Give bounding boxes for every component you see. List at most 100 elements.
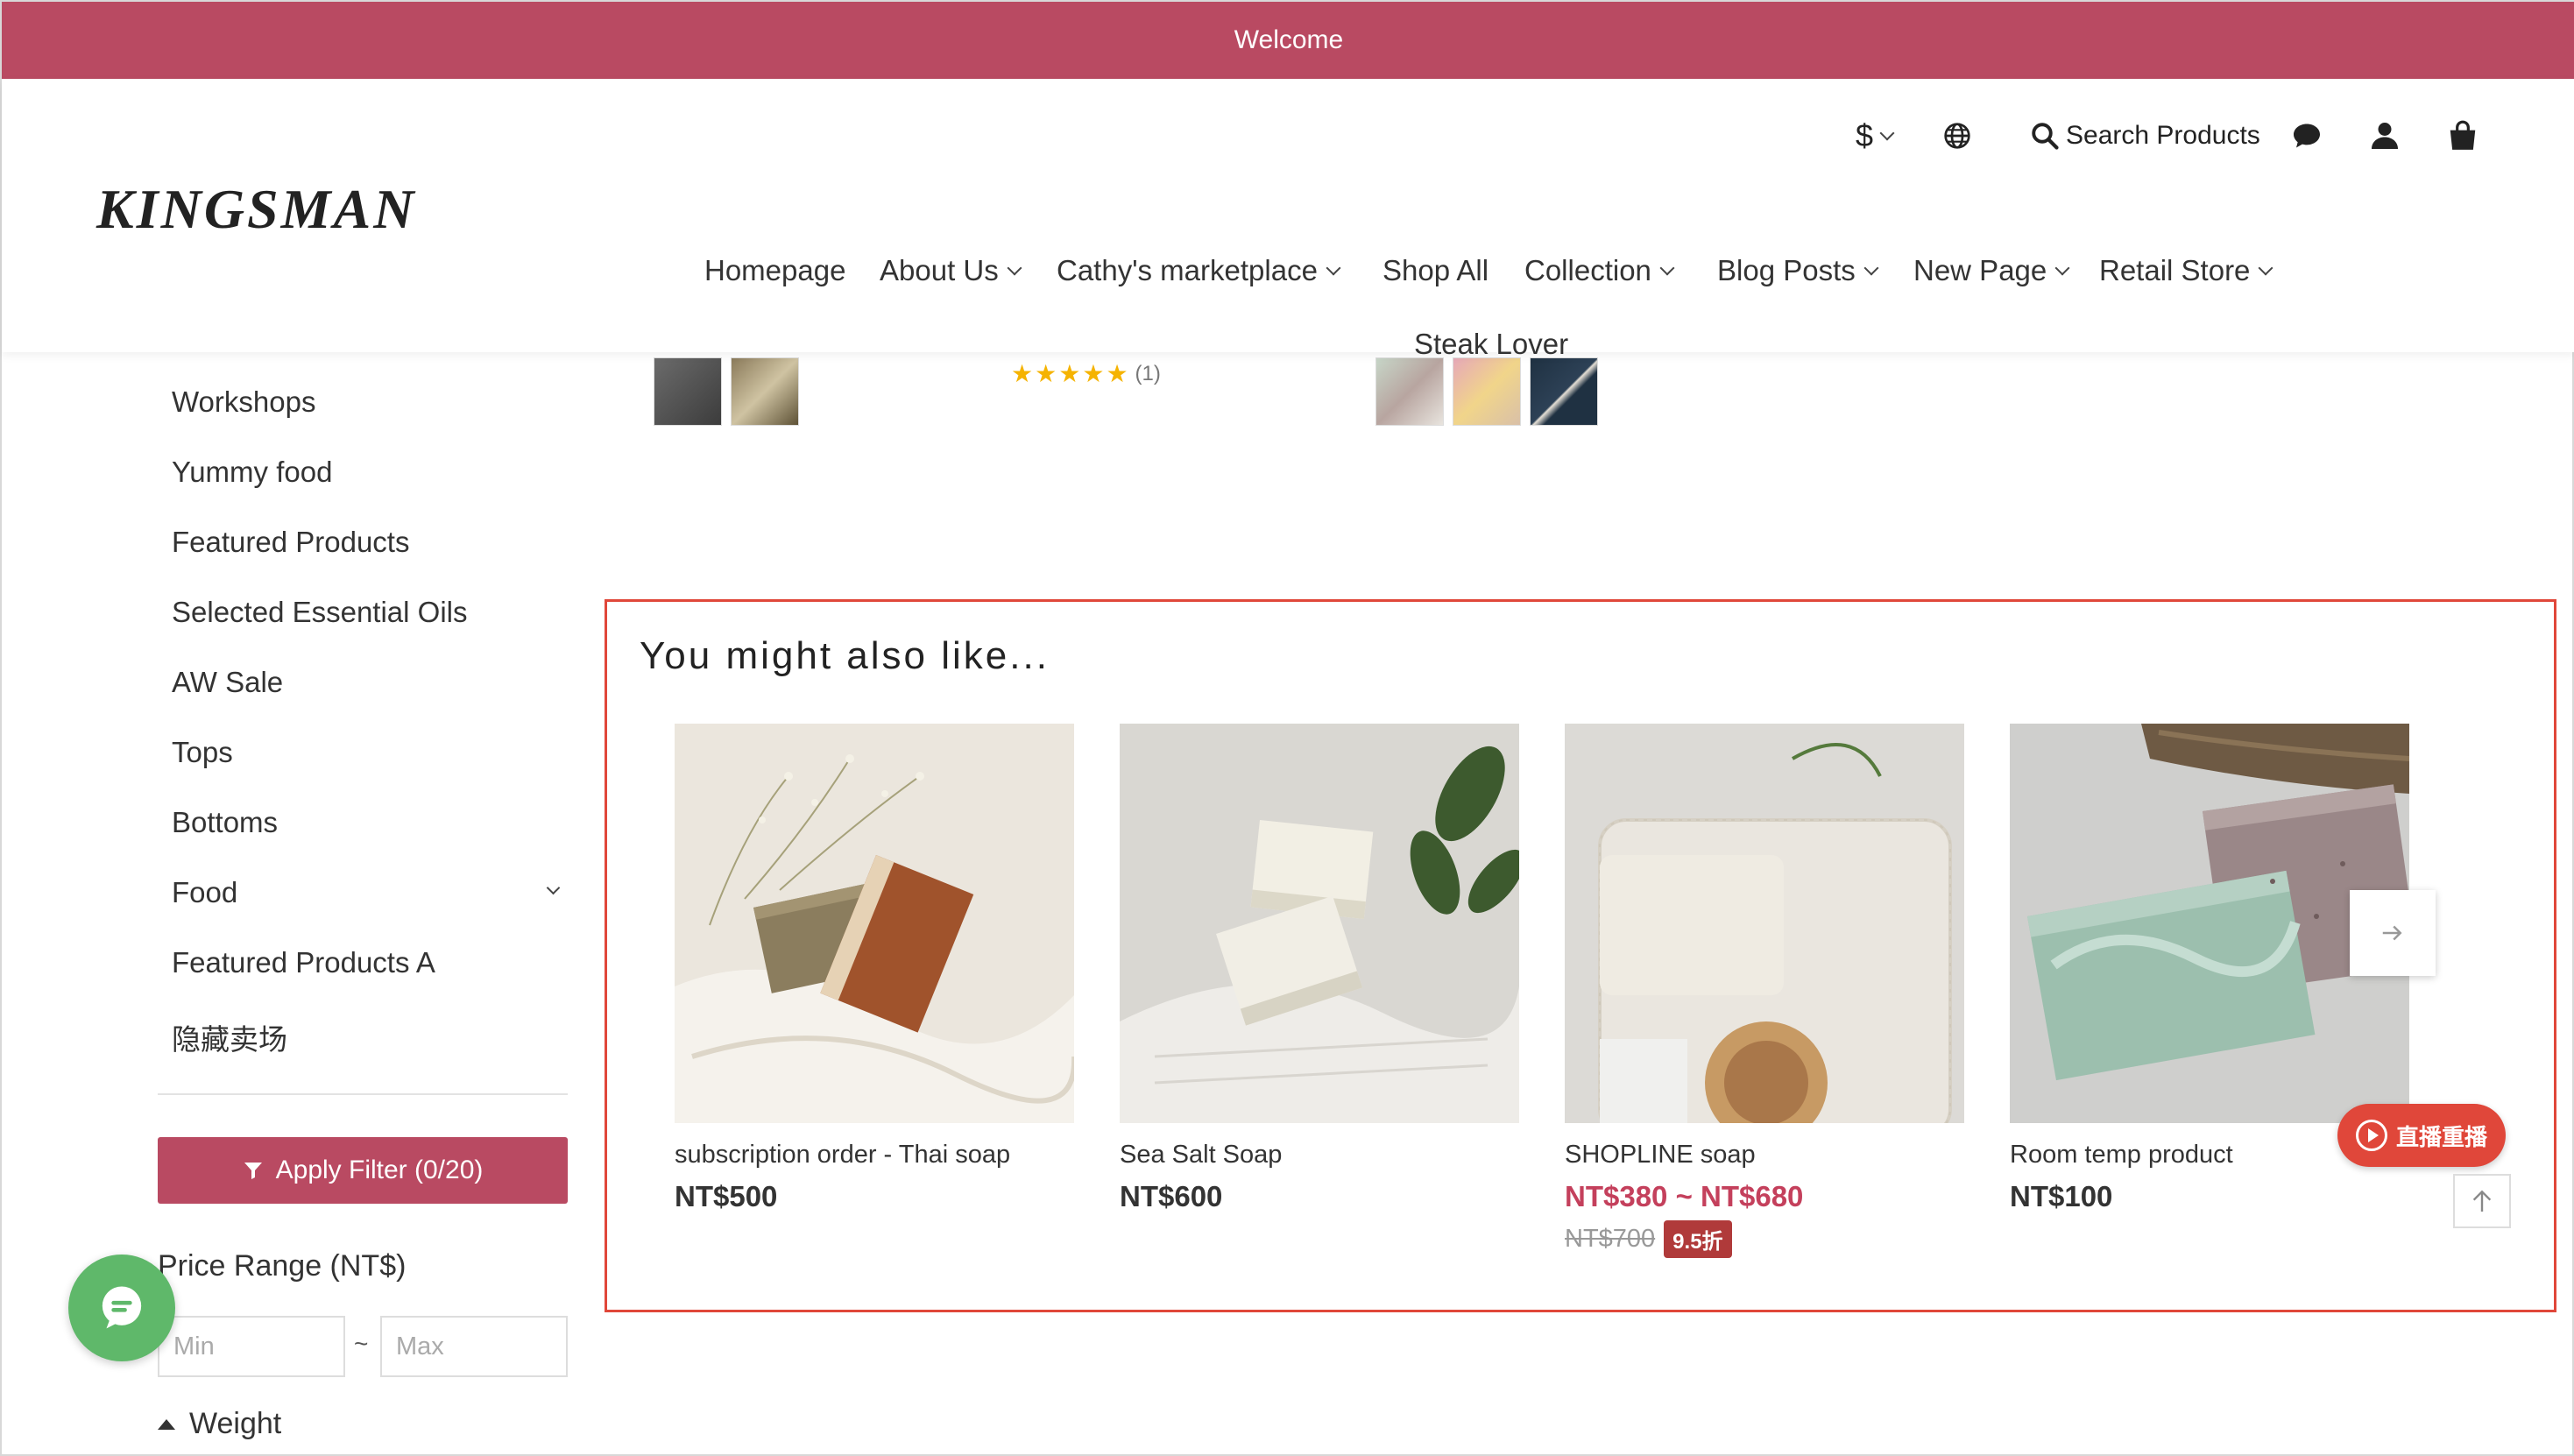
chevron-down-icon [1326, 260, 1341, 276]
product-name[interactable]: Sea Salt Soap [1120, 1141, 1519, 1170]
caret-up-icon [158, 1418, 175, 1430]
search-products-link[interactable]: Search Products [2029, 98, 2260, 173]
nav-label: Retail Store [2099, 254, 2251, 286]
nav-label: Cathy's marketplace [1057, 254, 1318, 286]
nav-label: Collection [1524, 254, 1651, 286]
star-icon: ★ [1035, 360, 1057, 387]
nav-item-blog-posts[interactable]: Blog Posts [1717, 254, 1879, 287]
play-icon [2355, 1120, 2387, 1151]
sidebar-item-hidden-store[interactable]: 隐藏卖场 [172, 1016, 287, 1058]
nav-item-homepage[interactable]: Homepage [704, 254, 845, 287]
arrow-up-icon [2472, 1190, 2492, 1212]
back-to-top-button[interactable] [2453, 1174, 2511, 1228]
product-image[interactable] [675, 724, 1074, 1123]
sidebar-item-yummy-food[interactable]: Yummy food [172, 456, 332, 489]
sidebar-item-selected-essential-oils[interactable]: Selected Essential Oils [172, 596, 468, 629]
message-icon [102, 1286, 142, 1329]
user-icon [2372, 123, 2398, 149]
search-label: Search Products [2066, 121, 2260, 150]
nav-label: Shop All [1382, 254, 1489, 286]
announcement-bar: Welcome [2, 2, 2574, 79]
site-logo[interactable]: KINGSMAN [96, 177, 416, 242]
sidebar-item-workshops[interactable]: Workshops [172, 385, 315, 419]
sidebar-item-tops[interactable]: Tops [172, 736, 233, 769]
nav-item-steak-lover[interactable]: Steak Lover [1414, 328, 1568, 361]
product-price: NT$100 [2010, 1180, 2113, 1212]
chevron-down-icon [2054, 260, 2070, 276]
chevron-down-icon [1007, 260, 1022, 276]
chevron-down-icon [1659, 260, 1675, 276]
product-rating: ★ ★ ★ ★ ★ (1) [1011, 359, 1161, 388]
arrow-right-icon [2382, 925, 2402, 941]
product-name[interactable]: SHOPLINE soap [1565, 1141, 1964, 1170]
chat-bubble-icon [2294, 124, 2320, 148]
search-icon [2032, 123, 2059, 150]
product-price: NT$500 [675, 1180, 778, 1212]
product-price: NT$600 [1120, 1180, 1223, 1212]
product-card[interactable]: Sea Salt Soap NT$600 [1120, 724, 1519, 1213]
weight-title: Weight [189, 1407, 282, 1440]
product-sale-price: NT$380 ~ NT$680 [1565, 1180, 1804, 1212]
nav-label: About Us [880, 254, 999, 286]
shopping-bag-icon [2450, 120, 2476, 150]
star-icon: ★ [1082, 360, 1105, 387]
price-min-input[interactable] [158, 1316, 345, 1377]
chevron-down-icon [1863, 260, 1879, 276]
nav-item-new-page[interactable]: New Page [1913, 254, 2070, 287]
nav-item-collection[interactable]: Collection [1524, 254, 1675, 287]
original-price-row: NT$700 9.5折 [1565, 1220, 1964, 1258]
chevron-down-icon [2258, 260, 2273, 276]
language-selector[interactable] [1943, 98, 1971, 173]
original-price: NT$700 [1565, 1225, 1656, 1253]
product-thumbnail[interactable] [1375, 357, 1444, 426]
star-icon: ★ [1106, 360, 1128, 387]
apply-filter-label: Apply Filter (0/20) [275, 1156, 484, 1184]
weight-filter-toggle[interactable]: Weight [158, 1407, 281, 1441]
product-image[interactable] [1120, 724, 1519, 1123]
product-name[interactable]: subscription order - Thai soap [675, 1141, 1074, 1170]
sidebar-item-aw-sale[interactable]: AW Sale [172, 666, 283, 699]
product-thumbnail[interactable] [654, 357, 722, 426]
discount-badge: 9.5折 [1664, 1220, 1732, 1258]
nav-item-cathys-marketplace[interactable]: Cathy's marketplace [1057, 254, 1341, 287]
currency-selector[interactable]: $ [1856, 98, 1895, 173]
chat-button[interactable] [2290, 98, 2323, 173]
rating-count: (1) [1135, 361, 1161, 385]
nav-item-retail-store[interactable]: Retail Store [2099, 254, 2273, 287]
nav-label: Blog Posts [1717, 254, 1856, 286]
chevron-down-icon[interactable] [546, 880, 561, 895]
nav-label: Homepage [704, 254, 846, 286]
price-range-title: Price Range (NT$) [158, 1249, 407, 1283]
chat-widget-button[interactable] [68, 1255, 175, 1361]
nav-item-about-us[interactable]: About Us [880, 254, 1022, 287]
sidebar-item-featured-products-a[interactable]: Featured Products A [172, 946, 435, 979]
filter-icon [244, 1163, 262, 1179]
product-thumbnail[interactable] [1453, 357, 1521, 426]
product-thumbnail[interactable] [731, 357, 799, 426]
product-card[interactable]: subscription order - Thai soap NT$500 [675, 724, 1074, 1213]
range-separator: ~ [354, 1330, 369, 1357]
sidebar-item-featured-products[interactable]: Featured Products [172, 526, 409, 559]
live-replay-label: 直播重播 [2395, 1123, 2487, 1150]
star-icon: ★ [1058, 360, 1081, 387]
price-max-input[interactable] [380, 1316, 568, 1377]
cart-button[interactable] [2446, 98, 2479, 173]
live-replay-button[interactable]: 直播重播 [2337, 1104, 2506, 1167]
product-thumbnail[interactable] [1530, 357, 1598, 426]
product-card[interactable]: SHOPLINE soap NT$380 ~ NT$680 NT$700 9.5… [1565, 724, 1964, 1258]
nav-label: New Page [1913, 254, 2047, 286]
globe-icon [1944, 123, 1970, 149]
currency-label: $ [1856, 117, 1874, 153]
announcement-text: Welcome [1234, 25, 1344, 54]
account-button[interactable] [2369, 98, 2401, 173]
chevron-down-icon [1879, 125, 1895, 141]
carousel-next-button[interactable] [2350, 890, 2436, 976]
product-image[interactable] [1565, 724, 1964, 1123]
star-icon: ★ [1011, 360, 1034, 387]
sidebar-item-bottoms[interactable]: Bottoms [172, 806, 278, 839]
nav-item-shop-all[interactable]: Shop All [1382, 254, 1489, 287]
sidebar-item-food[interactable]: Food [172, 876, 237, 909]
apply-filter-button[interactable]: Apply Filter (0/20) [158, 1137, 568, 1204]
site-header: KINGSMAN $ Search Products Homepage Abou… [2, 79, 2574, 360]
sidebar-divider [158, 1093, 568, 1095]
